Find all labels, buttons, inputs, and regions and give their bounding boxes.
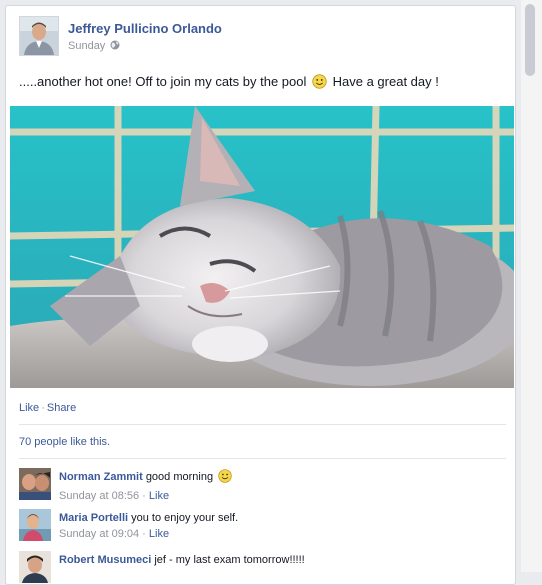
post-message: .....another hot one! Off to join my cat… bbox=[19, 74, 439, 92]
comment-item: Maria Portelli you to enjoy your self. S… bbox=[19, 508, 509, 542]
post-photo-kitten[interactable] bbox=[10, 106, 514, 388]
share-link[interactable]: Share bbox=[47, 402, 76, 414]
divider bbox=[19, 424, 506, 425]
comment-text: you to enjoy your self. bbox=[131, 512, 239, 524]
author-name[interactable]: Jeffrey Pullicino Orlando bbox=[68, 21, 222, 36]
comment-item: Norman Zammit good morning Sunday at 08:… bbox=[19, 467, 509, 502]
comment-timestamp[interactable]: Sunday at 08:56 bbox=[59, 490, 139, 502]
post-actions: Like · Share bbox=[19, 402, 76, 414]
comment-item: Robert Musumeci jef - my last exam tomor… bbox=[19, 550, 509, 584]
post-message-part-2: Have a great day ! bbox=[332, 74, 439, 89]
author-avatar[interactable] bbox=[19, 16, 59, 56]
commenter-name[interactable]: Maria Portelli bbox=[59, 512, 128, 524]
scrollbar-track[interactable] bbox=[521, 0, 542, 572]
like-link[interactable]: Like bbox=[19, 402, 39, 414]
likes-summary[interactable]: 70 people like this. bbox=[19, 436, 110, 448]
smiley-icon bbox=[218, 469, 232, 488]
comment-text: good morning bbox=[145, 471, 214, 483]
comment-text: jef - my last exam tomorrow!!!!! bbox=[154, 554, 305, 566]
globe-icon bbox=[110, 40, 120, 53]
commenter-name[interactable]: Robert Musumeci bbox=[59, 554, 151, 566]
post-message-part-1: .....another hot one! Off to join my cat… bbox=[19, 74, 307, 89]
divider bbox=[19, 458, 506, 459]
post-timestamp: Sunday bbox=[68, 40, 120, 53]
scrollbar-thumb[interactable] bbox=[525, 4, 535, 76]
smiley-icon bbox=[312, 74, 327, 92]
comment-like-link[interactable]: Like bbox=[149, 490, 169, 502]
commenter-avatar[interactable] bbox=[19, 468, 51, 500]
commenter-name[interactable]: Norman Zammit bbox=[59, 471, 143, 483]
comment-timestamp[interactable]: Sunday at 09:04 bbox=[59, 528, 139, 540]
comment-like-link[interactable]: Like bbox=[149, 528, 169, 540]
post-time-text[interactable]: Sunday bbox=[68, 40, 105, 52]
action-separator: · bbox=[41, 402, 45, 414]
post-card: Jeffrey Pullicino Orlando Sunday .....an… bbox=[5, 5, 516, 585]
commenter-avatar[interactable] bbox=[19, 509, 51, 541]
commenter-avatar[interactable] bbox=[19, 551, 51, 583]
